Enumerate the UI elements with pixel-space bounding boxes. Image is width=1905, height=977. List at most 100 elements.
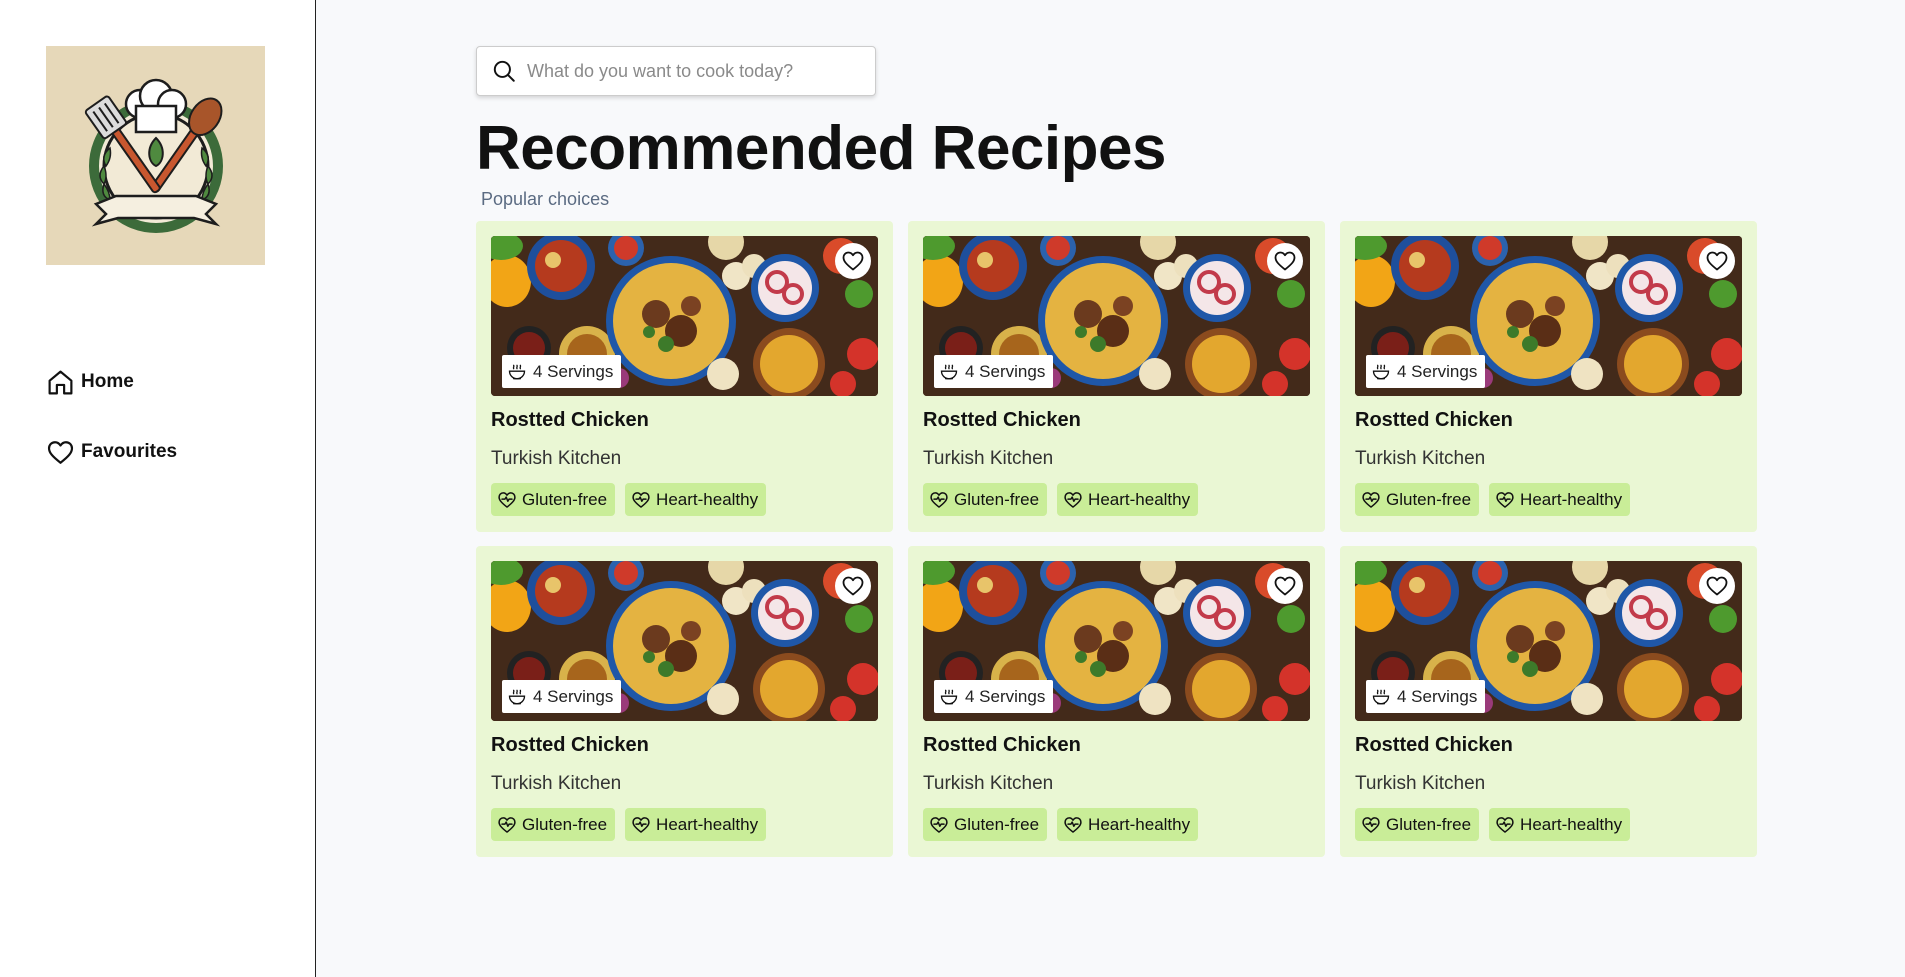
recipe-image[interactable]: 4 Servings (1355, 236, 1742, 396)
diet-tag-label: Heart-healthy (656, 814, 759, 834)
heart-pulse-icon (1362, 816, 1380, 833)
recipe-image[interactable]: 4 Servings (1355, 561, 1742, 721)
diet-tag: Heart-healthy (625, 808, 767, 841)
recipe-card[interactable]: 4 Servings Rostted Chicken Turkish Kitch… (1340, 546, 1757, 857)
search-bar (476, 46, 876, 96)
recipe-card[interactable]: 4 Servings Rostted Chicken Turkish Kitch… (908, 221, 1325, 532)
servings-label: 4 Servings (965, 686, 1046, 706)
chef-logo-icon (84, 78, 223, 233)
diet-tag-label: Gluten-free (954, 489, 1040, 509)
bowl-icon (1372, 364, 1390, 379)
diet-tag: Gluten-free (1355, 483, 1480, 516)
diet-tag: Gluten-free (491, 808, 616, 841)
recipe-image[interactable]: 4 Servings (923, 561, 1310, 721)
heart-pulse-icon (1362, 491, 1380, 508)
sidebar-nav: Home Favourites (46, 362, 177, 502)
heart-icon (47, 440, 74, 464)
favourite-button[interactable] (835, 243, 871, 279)
heart-pulse-icon (930, 491, 948, 508)
page-title: Recommended Recipes (476, 114, 1166, 183)
diet-tag-label: Gluten-free (522, 489, 608, 509)
recipe-title[interactable]: Rostted Chicken (1355, 408, 1742, 432)
diet-tag-label: Gluten-free (1386, 814, 1472, 834)
bowl-icon (940, 689, 958, 704)
app-logo[interactable] (46, 46, 265, 265)
diet-tag-label: Heart-healthy (1520, 814, 1623, 834)
recipe-cuisine: Turkish Kitchen (923, 773, 1054, 794)
diet-tag: Heart-healthy (1057, 808, 1199, 841)
bowl-icon (1372, 689, 1390, 704)
diet-tag: Gluten-free (923, 483, 1048, 516)
heart-pulse-icon (1496, 491, 1514, 508)
recipe-cuisine: Turkish Kitchen (923, 448, 1054, 469)
favourite-button[interactable] (1699, 568, 1735, 604)
diet-tag-label: Heart-healthy (1088, 489, 1191, 509)
heart-icon (1274, 576, 1296, 596)
recipe-image[interactable]: 4 Servings (491, 236, 878, 396)
recipe-tags: Gluten-free Heart-healthy (923, 808, 1310, 841)
recipe-cuisine: Turkish Kitchen (491, 773, 622, 794)
diet-tag: Gluten-free (923, 808, 1048, 841)
servings-label: 4 Servings (533, 361, 614, 381)
heart-pulse-icon (930, 816, 948, 833)
diet-tag: Gluten-free (491, 483, 616, 516)
home-icon (48, 370, 73, 394)
diet-tag: Heart-healthy (625, 483, 767, 516)
search-icon (493, 60, 515, 82)
heart-pulse-icon (1064, 816, 1082, 833)
recipe-image[interactable]: 4 Servings (491, 561, 878, 721)
servings-badge: 4 Servings (1366, 355, 1486, 388)
recipe-tags: Gluten-free Heart-healthy (491, 483, 878, 516)
servings-badge: 4 Servings (502, 355, 622, 388)
diet-tag-label: Heart-healthy (656, 489, 759, 509)
recipe-cuisine: Turkish Kitchen (491, 448, 622, 469)
heart-pulse-icon (498, 816, 516, 833)
heart-icon (842, 251, 864, 271)
favourite-button[interactable] (1699, 243, 1735, 279)
bowl-icon (940, 364, 958, 379)
diet-tag-label: Heart-healthy (1088, 814, 1191, 834)
bowl-icon (508, 689, 526, 704)
heart-pulse-icon (1064, 491, 1082, 508)
recipe-title[interactable]: Rostted Chicken (491, 733, 878, 757)
favourite-button[interactable] (1267, 243, 1303, 279)
heart-icon (1706, 576, 1728, 596)
heart-icon (842, 576, 864, 596)
servings-badge: 4 Servings (502, 680, 622, 713)
servings-badge: 4 Servings (934, 355, 1054, 388)
recipe-tags: Gluten-free Heart-healthy (491, 808, 878, 841)
recipe-image[interactable]: 4 Servings (923, 236, 1310, 396)
heart-pulse-icon (498, 491, 516, 508)
search-input[interactable] (527, 60, 857, 82)
favourite-button[interactable] (835, 568, 871, 604)
recipe-card[interactable]: 4 Servings Rostted Chicken Turkish Kitch… (476, 221, 893, 532)
servings-badge: 4 Servings (934, 680, 1054, 713)
servings-label: 4 Servings (1397, 361, 1478, 381)
nav-item-favourites[interactable]: Favourites (46, 432, 177, 472)
sidebar: Home Favourites (0, 0, 316, 977)
nav-item-label: Favourites (81, 441, 178, 462)
diet-tag-label: Gluten-free (522, 814, 608, 834)
heart-icon (1274, 251, 1296, 271)
nav-item-home[interactable]: Home (46, 362, 177, 402)
recipe-title[interactable]: Rostted Chicken (1355, 733, 1742, 757)
recipe-title[interactable]: Rostted Chicken (491, 408, 878, 432)
recipe-title[interactable]: Rostted Chicken (923, 733, 1310, 757)
nav-item-label: Home (81, 371, 134, 392)
recipe-card[interactable]: 4 Servings Rostted Chicken Turkish Kitch… (476, 546, 893, 857)
recipe-card[interactable]: 4 Servings Rostted Chicken Turkish Kitch… (908, 546, 1325, 857)
page-subtitle: Popular choices (481, 189, 610, 209)
servings-badge: 4 Servings (1366, 680, 1486, 713)
diet-tag-label: Heart-healthy (1520, 489, 1623, 509)
heart-icon (1706, 251, 1728, 271)
recipe-title[interactable]: Rostted Chicken (923, 408, 1310, 432)
recipe-tags: Gluten-free Heart-healthy (1355, 808, 1742, 841)
recipe-grid: 4 Servings Rostted Chicken Turkish Kitch… (476, 221, 1757, 857)
diet-tag-label: Gluten-free (1386, 489, 1472, 509)
servings-label: 4 Servings (965, 361, 1046, 381)
recipe-card[interactable]: 4 Servings Rostted Chicken Turkish Kitch… (1340, 221, 1757, 532)
diet-tag: Gluten-free (1355, 808, 1480, 841)
servings-label: 4 Servings (533, 686, 614, 706)
recipe-tags: Gluten-free Heart-healthy (1355, 483, 1742, 516)
favourite-button[interactable] (1267, 568, 1303, 604)
